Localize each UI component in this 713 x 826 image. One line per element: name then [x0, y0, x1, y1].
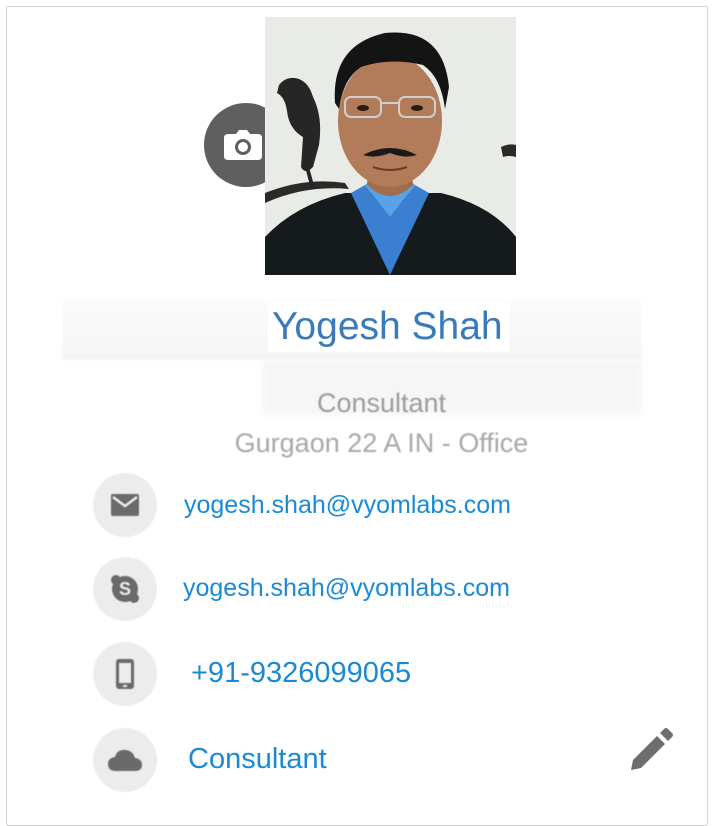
profile-title: Consultant [316, 388, 447, 418]
profile-photo [265, 17, 516, 275]
profile-name: Yogesh Shah [268, 302, 509, 352]
skype-link[interactable]: yogesh.shah@vyomlabs.com [183, 572, 510, 604]
phone-icon-circle [93, 642, 157, 706]
phone-link[interactable]: +91-9326099065 [191, 655, 412, 691]
pencil-icon [631, 728, 673, 770]
department-value: Consultant [188, 741, 327, 777]
cloud-icon [108, 749, 142, 771]
skype-icon-circle: S [93, 557, 157, 621]
email-link[interactable]: yogesh.shah@vyomlabs.com [184, 489, 511, 521]
email-icon-circle [93, 473, 157, 537]
profile-location: Gurgaon 22 A IN - Office [234, 428, 529, 458]
camera-icon [224, 130, 262, 160]
mail-icon [111, 494, 139, 516]
skype-icon: S [111, 575, 139, 603]
department-icon-circle [93, 728, 157, 792]
edit-button[interactable] [625, 724, 677, 776]
svg-text:S: S [119, 579, 131, 599]
mobile-phone-icon [116, 659, 134, 689]
